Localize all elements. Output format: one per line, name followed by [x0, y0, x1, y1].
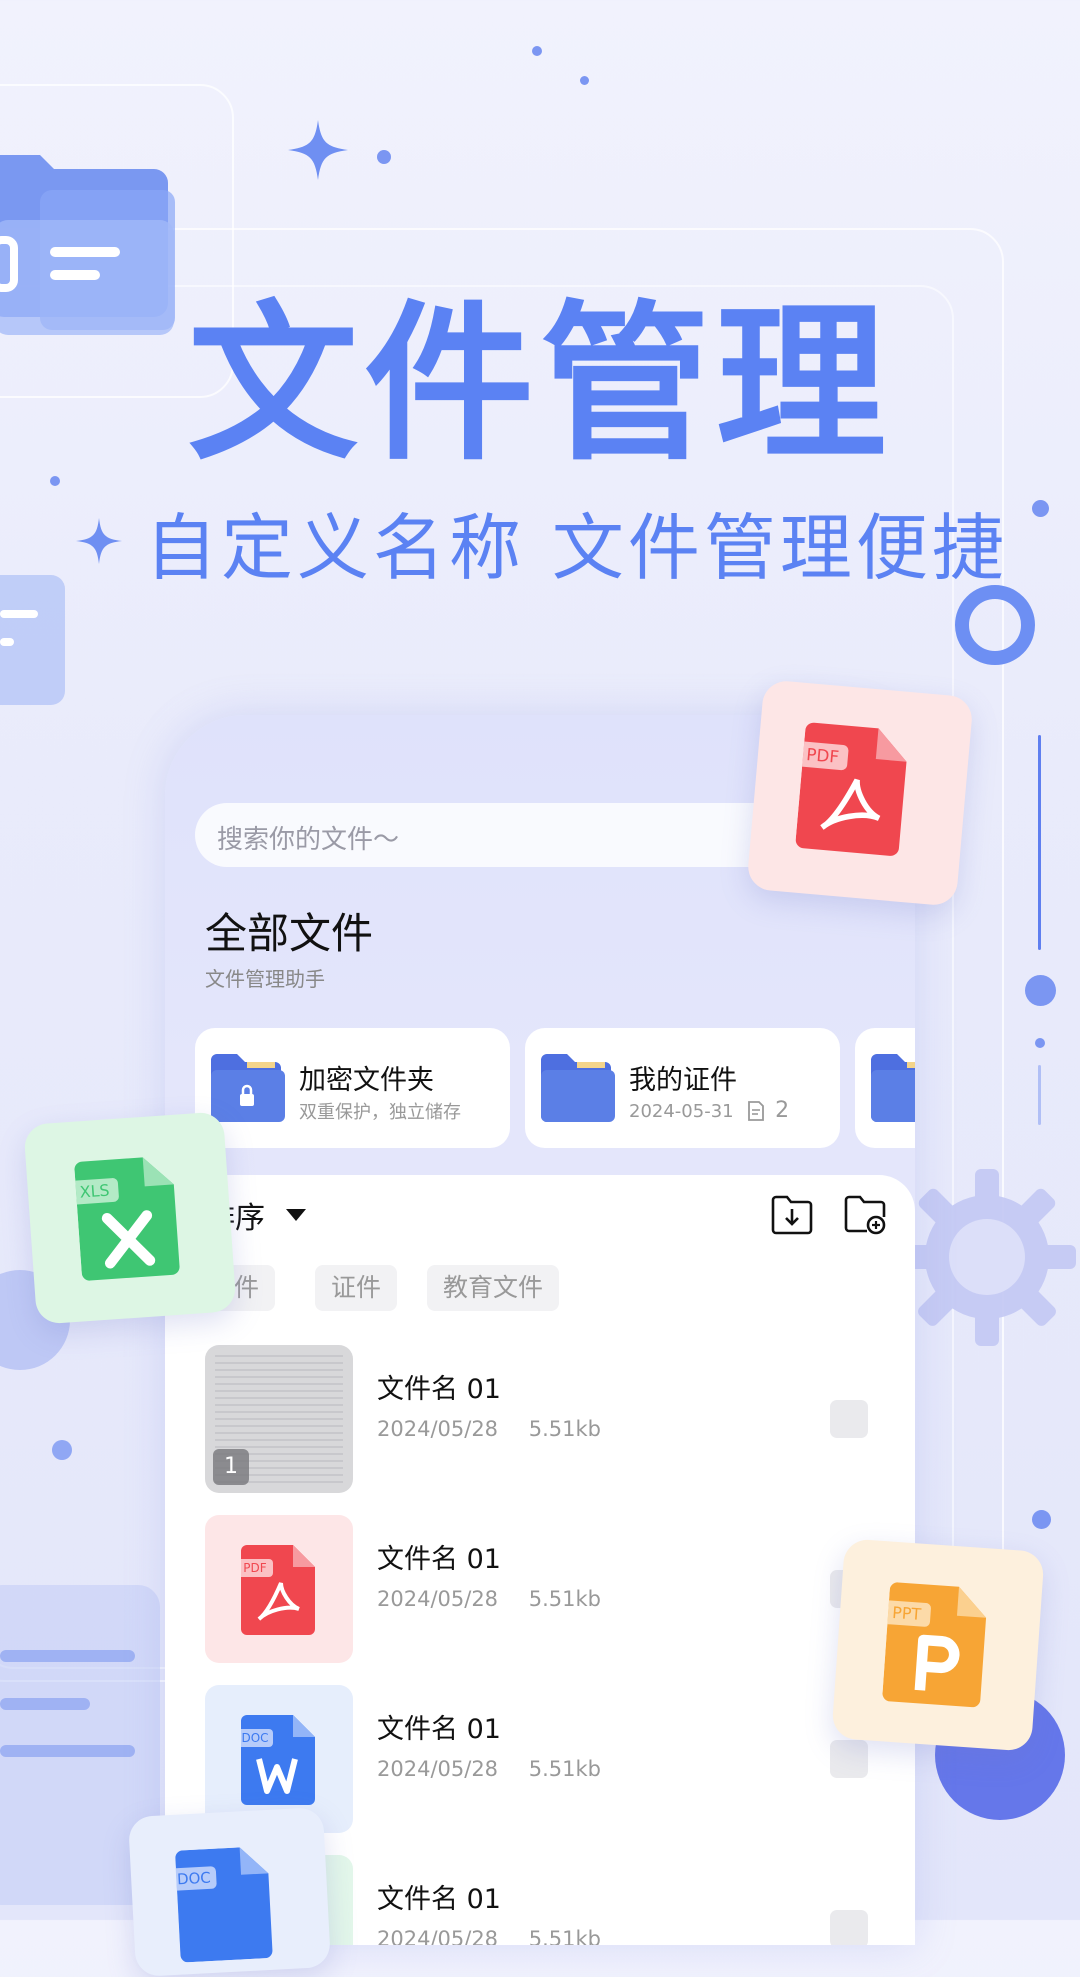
file-meta: 2024/05/28 5.51kb: [377, 1587, 601, 1611]
folder-card-documents[interactable]: 我的证件 2024-05-31 2: [525, 1028, 840, 1148]
folder-title: 我的证件: [629, 1065, 737, 1096]
sort-caret-icon[interactable]: [286, 1209, 306, 1221]
file-name: 文件名 01: [377, 1884, 501, 1915]
folder-file-count: 2: [775, 1098, 790, 1123]
search-input[interactable]: 搜索你的文件～: [195, 803, 815, 867]
pdf-label: PDF: [806, 744, 840, 767]
file-name: 文件名 01: [377, 1544, 501, 1575]
file-row[interactable]: 1 文件名 01 2024/05/28 5.51kb: [205, 1345, 868, 1495]
file-count-icon: [748, 1101, 765, 1121]
pdf-file-icon: PDF: [241, 1545, 315, 1635]
file-thumbnail: 1: [205, 1345, 353, 1493]
file-date: 2024/05/28: [377, 1587, 499, 1611]
file-size: 5.51kb: [528, 1417, 601, 1441]
category-chip[interactable]: 证件: [315, 1265, 398, 1311]
file-meta: 2024/05/28 5.51kb: [377, 1757, 601, 1781]
file-checkbox[interactable]: [830, 1740, 868, 1778]
folder-subtitle: 双重保护，独立储存: [299, 1102, 461, 1123]
file-name: 文件名 01: [377, 1714, 501, 1745]
folder-card-encrypted[interactable]: 加密文件夹 双重保护，独立储存: [195, 1028, 510, 1148]
file-date: 2024/05/28: [377, 1417, 499, 1441]
sparkle-icon: [76, 518, 122, 564]
file-checkbox[interactable]: [830, 1400, 868, 1438]
pdf-label: PDF: [243, 1561, 266, 1575]
folder-card-more[interactable]: [855, 1028, 915, 1148]
folder-meta: 2024-05-31 2: [629, 1098, 789, 1123]
folder-title: 加密文件夹: [299, 1065, 434, 1096]
hero-title: 文件管理: [187, 286, 892, 484]
folder-icon: [541, 1054, 615, 1122]
xls-label: XLS: [79, 1181, 110, 1202]
import-folder-icon[interactable]: [770, 1195, 814, 1235]
file-checkbox[interactable]: [830, 1910, 868, 1945]
new-folder-icon[interactable]: [843, 1195, 887, 1235]
ppt-badge-card: PPT: [831, 1538, 1045, 1752]
pdf-file-icon: PDF: [795, 722, 907, 856]
doc-badge-card: DOC: [127, 1807, 332, 1977]
pdf-badge-card: PDF: [746, 679, 974, 907]
file-thumbnail: PDF: [205, 1515, 353, 1663]
phone-screen: 搜索你的文件～ 全部文件 文件管理助手 加密文件夹 双重保护，独立储存 我的证件…: [165, 715, 915, 1945]
sparkle-icon: [288, 120, 348, 180]
file-date: 2024/05/28: [377, 1927, 499, 1945]
page-subtitle: 文件管理助手: [205, 967, 325, 991]
doc-label: DOC: [241, 1731, 268, 1745]
ppt-file-icon: PPT: [882, 1582, 987, 1708]
category-chip[interactable]: 教育文件: [427, 1265, 560, 1311]
file-meta: 2024/05/28 5.51kb: [377, 1927, 601, 1945]
doc-file-icon: DOC: [241, 1715, 315, 1805]
file-size: 5.51kb: [528, 1587, 601, 1611]
file-size: 5.51kb: [528, 1927, 601, 1945]
xls-badge-card: XLS: [23, 1111, 237, 1325]
file-meta: 2024/05/28 5.51kb: [377, 1417, 601, 1441]
page-badge: 1: [213, 1449, 249, 1485]
doc-label: DOC: [177, 1869, 212, 1889]
folder-icon: [871, 1054, 915, 1122]
search-placeholder: 搜索你的文件～: [217, 825, 400, 855]
lock-folder-icon: [211, 1054, 285, 1122]
xls-file-icon: XLS: [73, 1157, 180, 1281]
gear-icon: [899, 1169, 1076, 1346]
hero-subtitle: 自定义名称 文件管理便捷: [145, 506, 1008, 590]
file-date: 2024/05/28: [377, 1757, 499, 1781]
file-name: 文件名 01: [377, 1374, 501, 1405]
doc-file-icon: DOC: [174, 1847, 273, 1963]
ppt-label: PPT: [892, 1603, 922, 1624]
folder-date: 2024-05-31: [629, 1101, 734, 1122]
file-row[interactable]: PDF 文件名 01 2024/05/28 5.51kb: [205, 1515, 868, 1665]
file-size: 5.51kb: [528, 1757, 601, 1781]
page-title: 全部文件: [205, 909, 374, 958]
